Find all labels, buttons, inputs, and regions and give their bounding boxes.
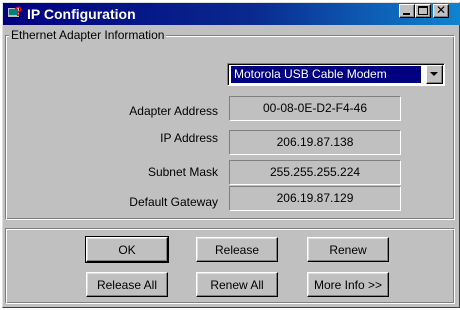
- ok-button[interactable]: OK: [85, 236, 169, 263]
- chevron-down-icon: [430, 72, 438, 76]
- adapter-address-value: 00-08-0E-D2-F4-46: [229, 96, 401, 121]
- renew-button[interactable]: Renew: [307, 237, 389, 262]
- minimize-icon: [403, 13, 410, 15]
- network-config-icon[interactable]: ?: [6, 3, 24, 23]
- dropdown-arrow-button[interactable]: [426, 65, 443, 84]
- window-title: IP Configuration: [27, 6, 136, 22]
- group-title: Ethernet Adapter Information: [9, 28, 167, 42]
- adapter-select[interactable]: Motorola USB Cable Modem: [227, 63, 445, 86]
- more-info-button[interactable]: More Info >>: [307, 272, 389, 297]
- close-button[interactable]: ✕: [433, 3, 449, 18]
- adapter-select-value: Motorola USB Cable Modem: [231, 66, 421, 83]
- release-all-button[interactable]: Release All: [86, 272, 168, 297]
- renew-all-button[interactable]: Renew All: [196, 272, 278, 297]
- maximize-button[interactable]: [415, 4, 431, 18]
- adapter-address-label: Adapter Address: [129, 104, 218, 118]
- subnet-mask-label: Subnet Mask: [147, 165, 218, 179]
- minimize-button[interactable]: [399, 4, 415, 18]
- ip-address-value: 206.19.87.138: [229, 130, 401, 155]
- release-button[interactable]: Release: [196, 237, 278, 262]
- close-icon: ✕: [435, 3, 447, 17]
- default-gateway-value: 206.19.87.129: [229, 186, 401, 211]
- title-bar[interactable]: ? IP Configuration: [3, 3, 460, 25]
- ip-address-label: IP Address: [160, 131, 218, 145]
- question-mark-glyph: ?: [14, 3, 23, 19]
- default-gateway-label: Default Gateway: [129, 195, 218, 209]
- maximize-icon: [418, 6, 428, 15]
- subnet-mask-value: 255.255.255.224: [229, 160, 401, 185]
